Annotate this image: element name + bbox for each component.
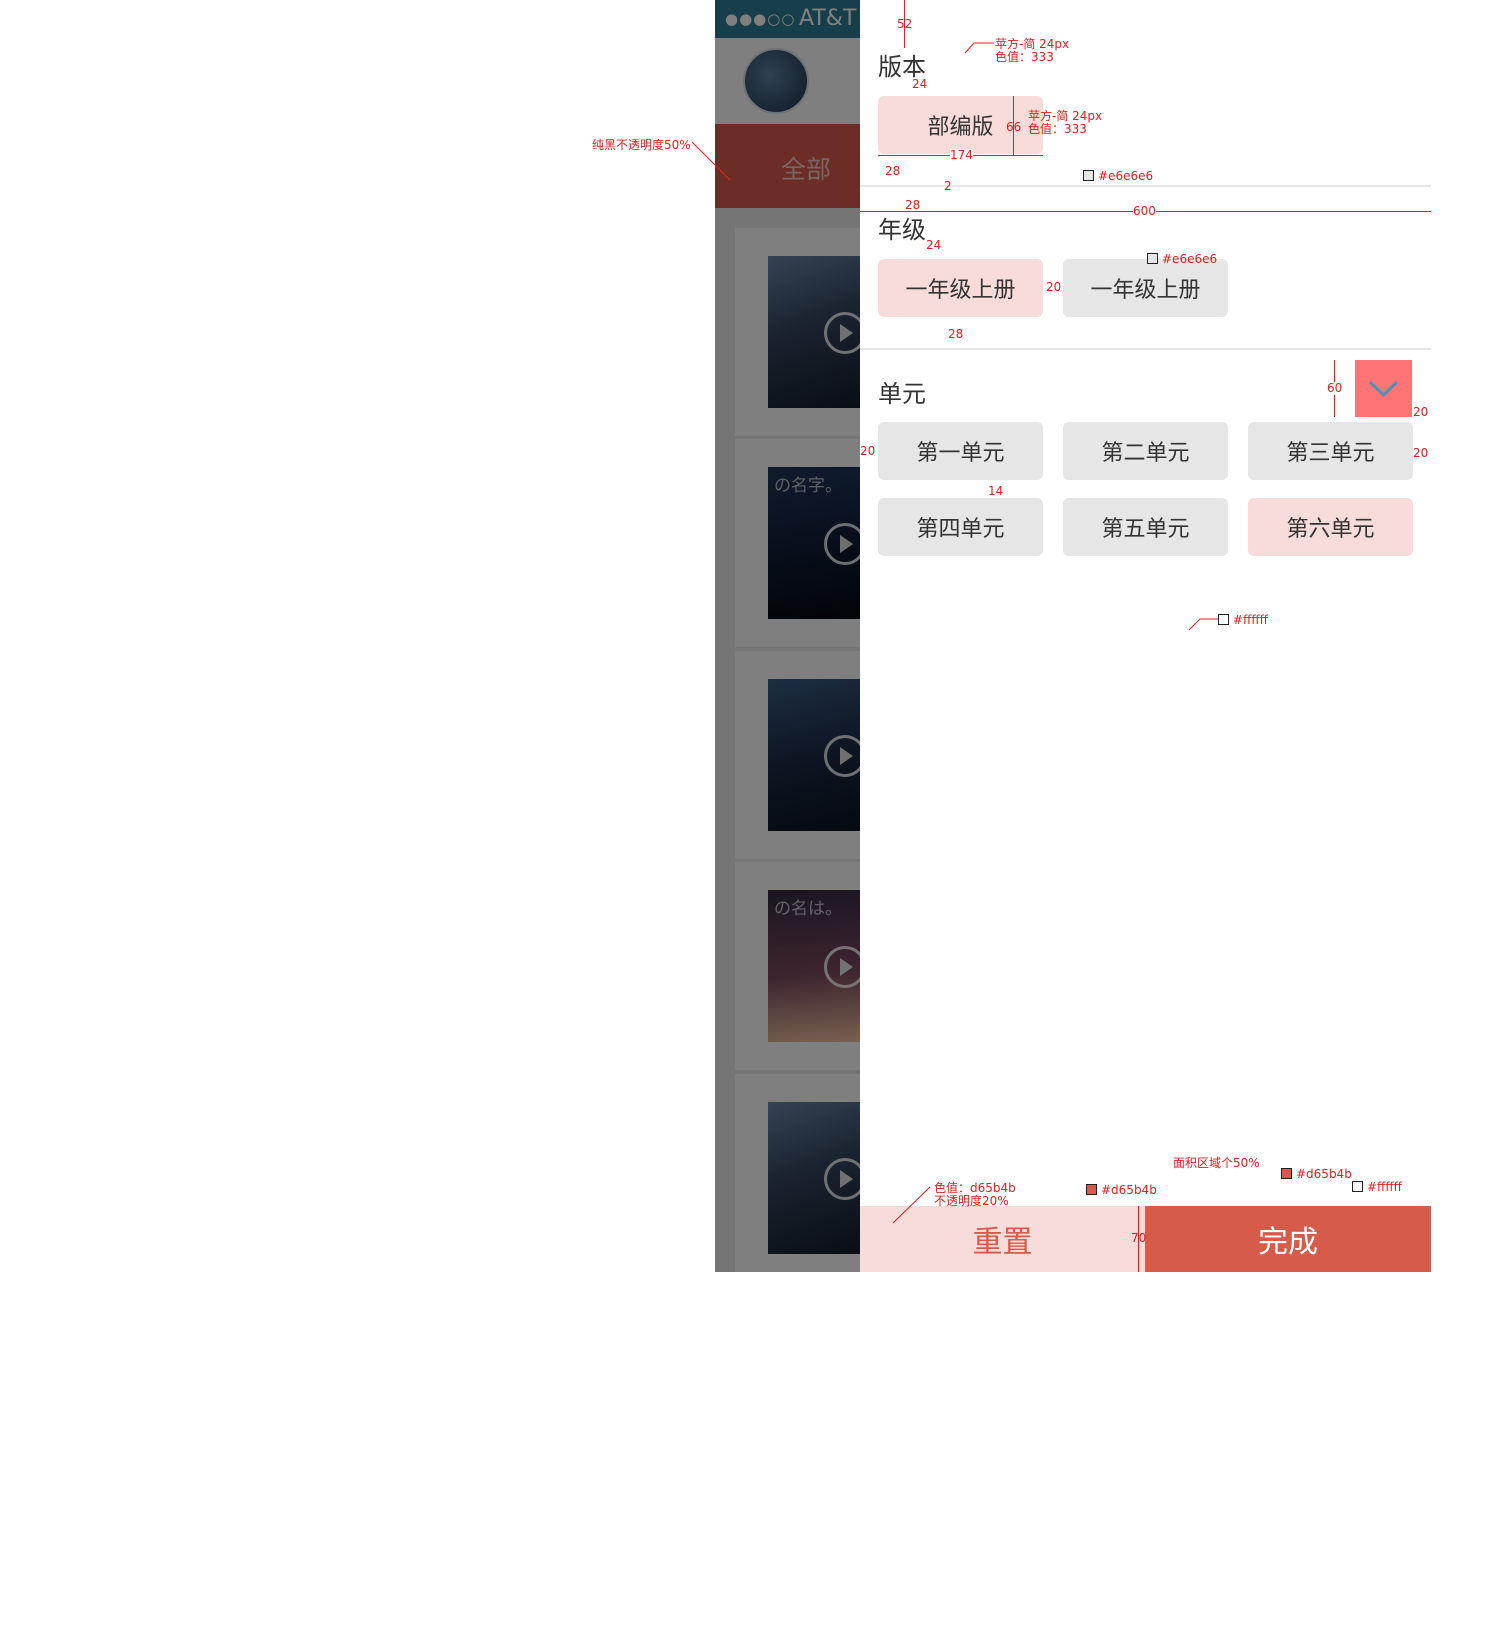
annotation-dim-52: 52	[897, 17, 913, 31]
annotation-leader-line	[1188, 618, 1218, 631]
unit-title: 单元	[878, 380, 926, 408]
chevron-down-icon	[1368, 380, 1399, 398]
annotation-swatch	[1281, 1168, 1292, 1179]
annotation-leader-line	[691, 141, 731, 181]
annotation-reset-opacity-note: 不透明度20%	[934, 1194, 1009, 1208]
annotation-dim-2: 2	[944, 179, 952, 193]
annotation-dim-28: 28	[948, 327, 964, 341]
grade-option-2[interactable]: 一年级上册	[1063, 259, 1228, 317]
annotation-reset-color: #d65b4b	[1101, 1183, 1157, 1197]
annotation-dim-20: 20	[860, 444, 876, 458]
annotation-dim-70: 70	[1131, 1231, 1147, 1245]
unit-option-2[interactable]: 第二单元	[1063, 422, 1228, 480]
annotation-swatch	[1147, 253, 1158, 264]
annotation-done-color: #d65b4b	[1296, 1167, 1352, 1181]
annotation-dim-20: 20	[1046, 280, 1062, 294]
unit-option-5[interactable]: 第五单元	[1063, 498, 1228, 556]
annotation-dim-24: 24	[912, 77, 928, 91]
unit-option-3[interactable]: 第三单元	[1248, 422, 1413, 480]
annotation-color-note-2: 色值：333	[1028, 122, 1087, 136]
annotation-done-text-color: #ffffff	[1367, 1180, 1402, 1194]
dim-overlay[interactable]	[715, 0, 860, 1272]
annotation-dim-66: 66	[1006, 120, 1022, 134]
background-app: ●●●○○ AT&T 全部 の名字。 の名は。	[715, 0, 860, 1272]
unit-option-6[interactable]: 第六单元	[1248, 498, 1413, 556]
annotation-swatch	[1352, 1181, 1363, 1192]
annotation-dim-20: 20	[1413, 446, 1429, 460]
grade-title: 年级	[878, 216, 926, 244]
done-button[interactable]: 完成	[1145, 1206, 1431, 1272]
annotation-dim-28: 28	[885, 164, 901, 178]
annotation-dim-60: 60	[1327, 381, 1343, 395]
annotation-chip-color: #e6e6e6	[1162, 252, 1218, 266]
unit-option-1[interactable]: 第一单元	[878, 422, 1043, 480]
annotation-swatch	[1083, 170, 1094, 181]
annotation-divider-color: #e6e6e6	[1098, 169, 1154, 183]
annotation-area-note: 面积区域个50%	[1173, 1156, 1260, 1170]
annotation-dim-600: 600	[1133, 204, 1156, 218]
annotation-swatch	[1086, 1184, 1097, 1195]
grade-option-1[interactable]: 一年级上册	[878, 259, 1043, 317]
annotation-dim-14: 14	[988, 484, 1004, 498]
unit-option-4[interactable]: 第四单元	[878, 498, 1043, 556]
annotation-overlay-note: 纯黑不透明度50%	[592, 138, 691, 152]
annotation-dim-24: 24	[926, 238, 942, 252]
divider	[860, 348, 1431, 350]
expand-toggle-button[interactable]	[1355, 360, 1412, 417]
annotation-leader-line	[892, 1186, 931, 1224]
annotation-bg-color: #ffffff	[1233, 613, 1268, 627]
annotation-leader-line	[964, 42, 994, 54]
annotation-dim-174: 174	[950, 148, 973, 162]
annotation-color-note-1: 色值：333	[995, 50, 1054, 64]
annotation-dim-20: 20	[1413, 405, 1429, 419]
